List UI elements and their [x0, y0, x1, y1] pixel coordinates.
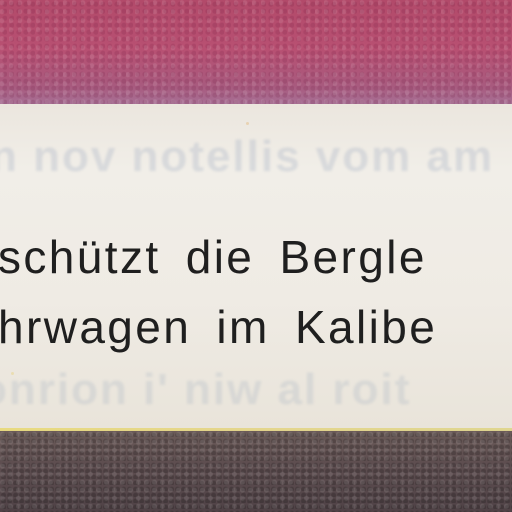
top-color-band — [0, 0, 512, 108]
text-line-2: hrwagen im Kalibe — [0, 301, 438, 353]
paper-speck — [246, 122, 249, 125]
bottom-color-band — [0, 431, 512, 512]
bleed-through-ghost-text: n nov notellis vom am — [0, 132, 495, 181]
bleed-through-ghost-text-lower: onrion i' niw al roit — [0, 365, 412, 414]
text-line-1: schützt die Bergle — [0, 231, 427, 283]
paper-speck — [11, 372, 14, 375]
scanned-page: n nov notellis vom am onrion i' niw al r… — [0, 0, 512, 512]
